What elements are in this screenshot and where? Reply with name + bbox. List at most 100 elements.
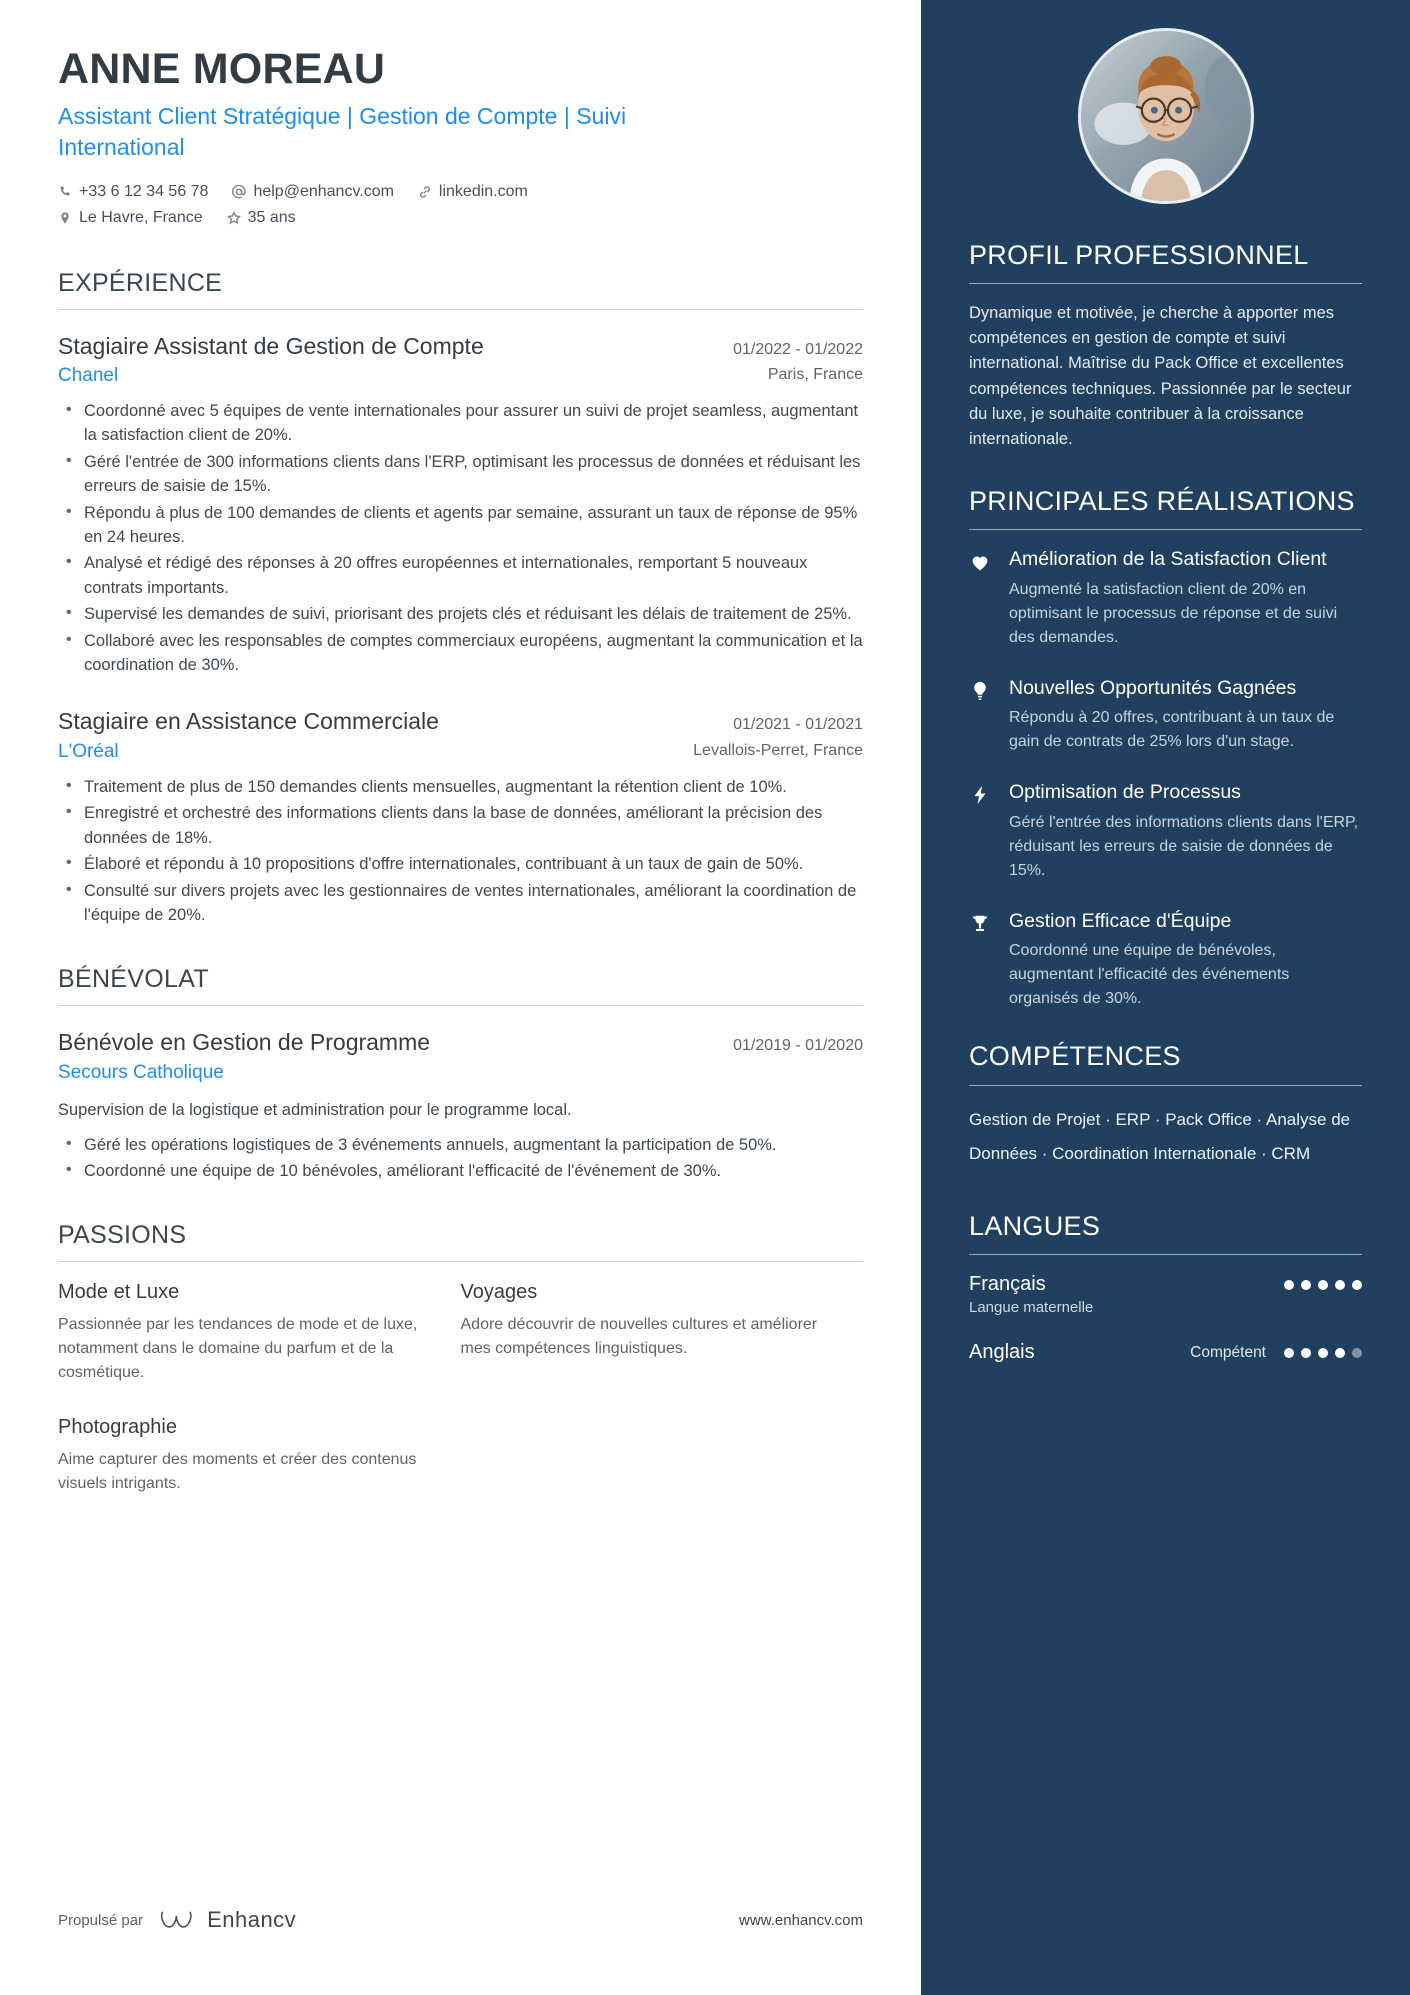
volunteer-title: Bénévole en Gestion de Programme	[58, 1029, 431, 1056]
section-passions: PASSIONS Mode et Luxe Passionnée par les…	[58, 1221, 863, 1526]
language-row: Anglais Compétent	[969, 1340, 1362, 1365]
phone-value: +33 6 12 34 56 78	[79, 183, 209, 201]
headline: Assistant Client Stratégique | Gestion d…	[58, 103, 627, 161]
language-name: Anglais	[969, 1340, 1035, 1363]
bullet: Répondu à plus de 100 demandes de client…	[58, 500, 863, 550]
volunteering-entry: Bénévole en Gestion de Programme 01/2019…	[58, 1028, 863, 1183]
job-company[interactable]: Chanel	[58, 364, 118, 389]
volunteer-org[interactable]: Secours Catholique	[58, 1061, 224, 1086]
avatar-wrap	[969, 0, 1362, 232]
achievement-body: Nouvelles Opportunités Gagnées Répondu à…	[1009, 676, 1362, 755]
section-volunteering: BÉNÉVOLAT Bénévole en Gestion de Program…	[58, 965, 863, 1183]
language-info: Français Langue maternelle	[969, 1272, 1266, 1318]
achievement-desc: Répondu à 20 offres, contribuant à un ta…	[1009, 709, 1335, 751]
link-icon	[419, 186, 430, 198]
bullet: Consulté sur divers projets avec les ges…	[58, 878, 863, 928]
experience-entry: Stagiaire en Assistance Commerciale 01/2…	[58, 707, 863, 927]
rating-dot	[1301, 1347, 1311, 1358]
entry-subheader: Chanel Paris, France	[58, 364, 863, 389]
bullet: Coordonné une équipe de 10 bénévoles, am…	[58, 1158, 863, 1183]
rating-dot	[1335, 1279, 1345, 1290]
location-value: Le Havre, France	[79, 208, 203, 226]
portrait-photo-icon	[1080, 31, 1251, 201]
rating-dot	[1284, 1279, 1294, 1290]
sidebar-section-achievements: PRINCIPALES RÉALISATIONS Amélioration de…	[969, 486, 1362, 1012]
linkedin-item: linkedin.com	[418, 179, 528, 205]
experience-entry: Stagiaire Assistant de Gestion de Compte…	[58, 332, 863, 678]
job-company[interactable]: L'Oréal	[58, 740, 119, 765]
bullet: Coordonné avec 5 équipes de vente intern…	[58, 398, 863, 448]
section-experience: EXPÉRIENCE Stagiaire Assistant de Gestio…	[58, 269, 863, 928]
bullet: Enregistré et orchestré des informations…	[58, 800, 863, 850]
sidebar: PROFIL PROFESSIONNEL Dynamique et motivé…	[921, 0, 1410, 1995]
lightbulb-icon	[969, 676, 995, 755]
achievement-body: Amélioration de la Satisfaction Client A…	[1009, 547, 1362, 650]
section-title-experience: EXPÉRIENCE	[58, 268, 223, 297]
job-title: Stagiaire en Assistance Commerciale	[58, 708, 439, 735]
passion-title: Voyages	[460, 1281, 538, 1304]
section-title-languages: LANGUES	[969, 1210, 1101, 1241]
achievement-body: Optimisation de Processus Géré l'entrée …	[1009, 780, 1362, 883]
divider	[969, 529, 1362, 531]
passion-item: Mode et Luxe Passionnée par les tendance…	[58, 1280, 461, 1385]
achievement-item: Amélioration de la Satisfaction Client A…	[969, 547, 1362, 650]
bullet: Géré l'entrée de 300 informations client…	[58, 449, 863, 499]
entry-subheader: Secours Catholique	[58, 1061, 863, 1086]
trophy-icon	[969, 909, 995, 1012]
bullet: Analysé et rédigé des réponses à 20 offr…	[58, 550, 863, 600]
footer-brand-block: Propulsé par Enhancv	[58, 1907, 296, 1933]
contact-block: +33 6 12 34 56 78 help@enhancv.com linke…	[58, 179, 863, 230]
bullet: Élaboré et répondu à 10 propositions d'o…	[58, 851, 863, 876]
contact-line-1: +33 6 12 34 56 78 help@enhancv.com linke…	[58, 179, 863, 205]
job-bullets: Traitement de plus de 150 demandes clien…	[58, 774, 863, 928]
volunteer-intro: Supervision de la logistique et administ…	[58, 1100, 572, 1119]
passion-desc: Aime capturer des moments et créer des c…	[58, 1451, 417, 1493]
powered-by-label: Propulsé par	[58, 1911, 144, 1929]
section-title-achievements: PRINCIPALES RÉALISATIONS	[969, 485, 1355, 516]
profile-text: Dynamique et motivée, je cherche à appor…	[969, 304, 1352, 448]
bullet: Traitement de plus de 150 demandes clien…	[58, 774, 863, 799]
language-sub: Langue maternelle	[969, 1298, 1094, 1316]
footer: Propulsé par Enhancv www.enhancv.com	[58, 1907, 863, 1933]
section-title-volunteering: BÉNÉVOLAT	[58, 965, 209, 994]
rating-dot	[1301, 1279, 1311, 1290]
divider	[58, 308, 863, 310]
achievement-body: Gestion Efficace d'Équipe Coordonné une …	[1009, 909, 1362, 1012]
divider	[58, 1005, 863, 1007]
language-name: Français	[969, 1272, 1046, 1295]
rating-dot	[1284, 1347, 1294, 1358]
job-bullets: Coordonné avec 5 équipes de vente intern…	[58, 398, 863, 677]
divider	[969, 1253, 1362, 1255]
avatar	[1077, 28, 1254, 204]
passion-item: Voyages Adore découvrir de nouvelles cul…	[461, 1280, 864, 1385]
location-item: Le Havre, France	[58, 205, 203, 231]
entry-header: Bénévole en Gestion de Programme 01/2019…	[58, 1028, 863, 1057]
achievement-item: Nouvelles Opportunités Gagnées Répondu à…	[969, 676, 1362, 755]
passion-title: Mode et Luxe	[58, 1281, 180, 1304]
linkedin-value[interactable]: linkedin.com	[439, 179, 528, 205]
footer-url[interactable]: www.enhancv.com	[739, 1912, 863, 1929]
job-date: 01/2021 - 01/2021	[733, 716, 863, 734]
achievement-desc: Augmenté la satisfaction client de 20% e…	[1009, 580, 1338, 646]
passion-title: Photographie	[58, 1416, 177, 1439]
entry-header: Stagiaire en Assistance Commerciale 01/2…	[58, 707, 863, 736]
entry-header: Stagiaire Assistant de Gestion de Compte…	[58, 332, 863, 361]
volunteer-bullets: Géré les opérations logistiques de 3 évé…	[58, 1132, 863, 1184]
passion-desc: Adore découvrir de nouvelles cultures et…	[460, 1316, 818, 1358]
volunteer-date: 01/2019 - 01/2020	[733, 1037, 863, 1055]
page-title: ANNE MOREAU	[58, 45, 386, 93]
bullet: Supervisé les demandes de suivi, prioris…	[58, 601, 863, 626]
job-title: Stagiaire Assistant de Gestion de Compte	[58, 332, 484, 359]
job-location: Paris, France	[767, 366, 863, 384]
language-level: Compétent	[1190, 1343, 1266, 1361]
passion-desc: Passionnée par les tendances de mode et …	[58, 1316, 418, 1382]
divider	[58, 1261, 863, 1263]
job-location: Levallois-Perret, France	[693, 742, 863, 760]
contact-line-2: Le Havre, France 35 ans	[58, 205, 863, 231]
achievement-title: Amélioration de la Satisfaction Client	[1009, 548, 1327, 571]
achievement-desc: Coordonné une équipe de bénévoles, augme…	[1009, 942, 1290, 1008]
at-icon	[232, 185, 247, 199]
email-value[interactable]: help@enhancv.com	[253, 179, 393, 205]
heart-icon	[969, 547, 995, 650]
star-icon	[226, 210, 241, 224]
